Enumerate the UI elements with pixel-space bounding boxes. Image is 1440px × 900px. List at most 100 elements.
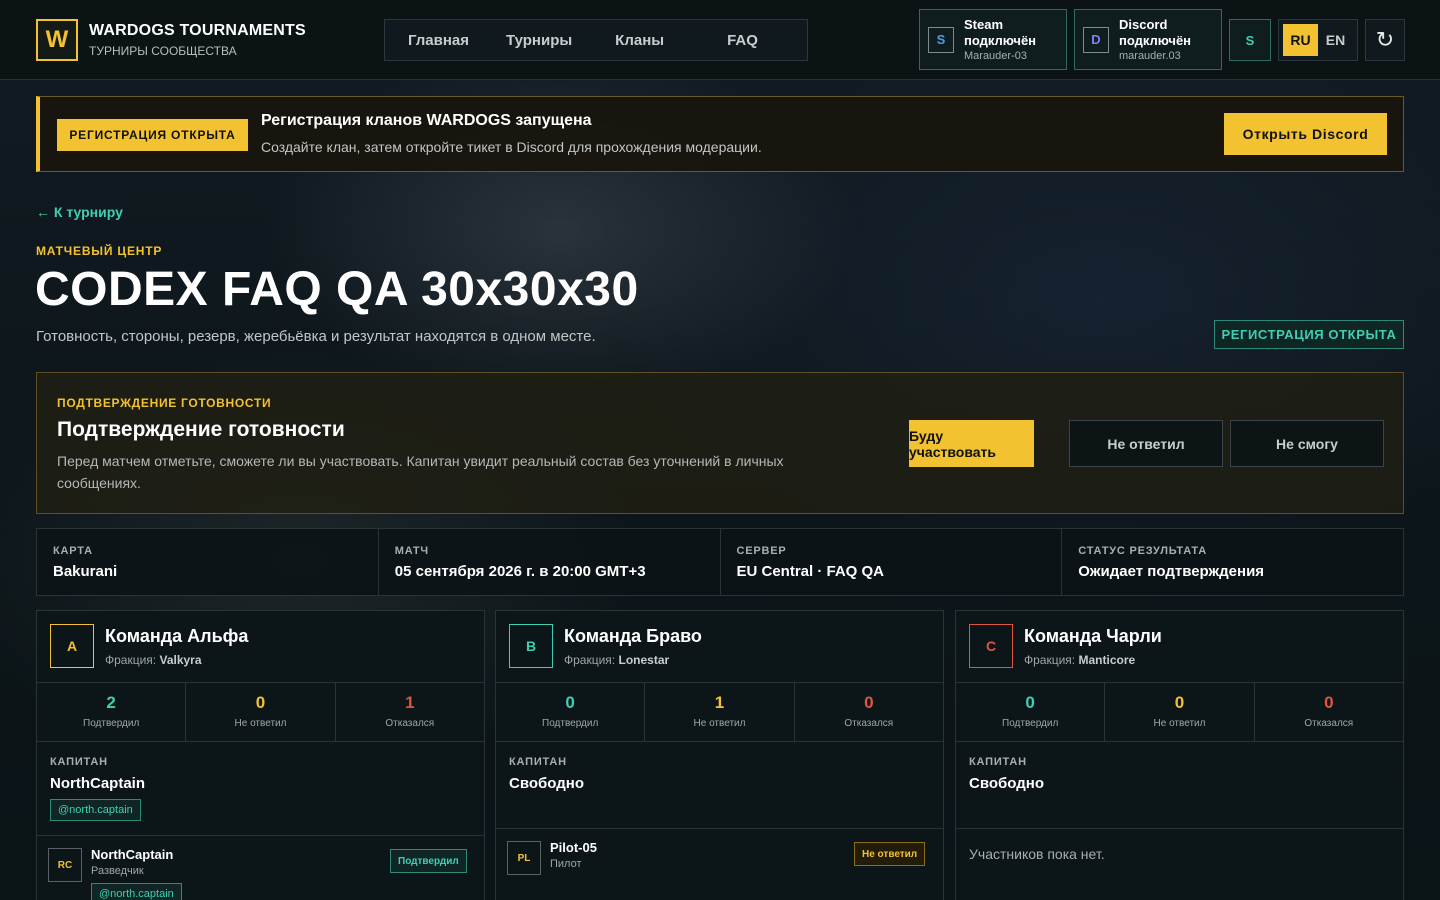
captain-section: КАПИТАН Свободно	[956, 742, 1403, 829]
member-name: Pilot-05	[550, 840, 597, 855]
will-participate-button[interactable]: Буду участвовать	[909, 420, 1034, 467]
nav-faq[interactable]: FAQ	[727, 32, 758, 49]
info-value: 05 сентября 2026 г. в 20:00 GMT+3	[394, 563, 646, 580]
member-discord-tag[interactable]: @north.captain	[91, 883, 182, 900]
team-faction: Фракция: Lonestar	[564, 653, 669, 667]
steam-account[interactable]: S Steam подключён Marauder-03	[919, 9, 1067, 70]
member-role: Разведчик	[91, 865, 144, 877]
steam-status: подключён	[964, 32, 1037, 48]
lang-en[interactable]: EN	[1318, 32, 1353, 48]
captain-label: КАПИТАН	[50, 756, 108, 768]
captain-name: Свободно	[509, 775, 584, 792]
captain-name: NorthCaptain	[50, 775, 145, 792]
discord-icon: D	[1083, 26, 1109, 53]
steam-user: Marauder-03	[964, 49, 1027, 62]
team-header: B Команда Браво Фракция: Lonestar	[496, 611, 943, 683]
stat-label: Подтвердил	[83, 718, 140, 729]
banner-title: Регистрация кланов WARDOGS запущена	[261, 112, 592, 129]
info-label: СТАТУС РЕЗУЛЬТАТА	[1078, 545, 1207, 557]
member-role: Пилот	[550, 858, 582, 870]
stat-number: 0	[565, 693, 575, 712]
stat-number: 0	[255, 693, 266, 712]
stat-declined: 0 Отказался	[1255, 683, 1403, 741]
open-discord-button[interactable]: Открыть Discord	[1224, 113, 1387, 155]
match-info-bar: КАРТА Bakurani МАТЧ 05 сентября 2026 г. в …	[36, 528, 1404, 596]
steam-icon: S	[928, 26, 954, 53]
stat-label: Не ответил	[234, 718, 287, 729]
discord-account[interactable]: D Discord подключён marauder.03	[1074, 9, 1222, 70]
stat-declined: 1 Отказался	[336, 683, 484, 741]
team-header: A Команда Альфа Фракция: Valkyra	[37, 611, 484, 683]
captain-discord-tag[interactable]: @north.captain	[50, 799, 141, 821]
brand-subtitle: ТУРНИРЫ СООБЩЕСТВА	[89, 43, 237, 58]
brand-title: WARDOGS TOURNAMENTS	[89, 21, 306, 39]
stat-confirmed: 0 Подтвердил	[956, 683, 1106, 741]
stat-not-answered: 0 Не ответил	[1105, 683, 1255, 741]
member-status-badge: Подтвердил	[390, 849, 467, 873]
stat-number: 0	[1174, 693, 1185, 712]
readiness-title: Подтверждение готовности	[57, 418, 345, 441]
stat-number: 1	[714, 693, 725, 712]
stat-number: 2	[106, 693, 116, 712]
main-nav: Главная Турниры Кланы FAQ	[384, 19, 808, 61]
stat-label: Не ответил	[693, 718, 746, 729]
stat-label: Отказался	[844, 718, 894, 729]
team-card-charlie: C Команда Чарли Фракция: Manticore 0 Подт…	[955, 610, 1404, 900]
readiness-eyebrow: ПОДТВЕРЖДЕНИЕ ГОТОВНОСТИ	[57, 396, 272, 410]
team-name[interactable]: Команда Браво	[564, 626, 702, 647]
banner-badge: РЕГИСТРАЦИЯ ОТКРЫТА	[57, 119, 248, 151]
team-avatar: B	[509, 624, 553, 668]
back-to-tournament-link[interactable]: ← К турниру	[36, 204, 123, 220]
empty-members-text: Участников пока нет.	[969, 846, 1105, 862]
page-title: CODEX FAQ QA 30x30x30	[35, 263, 639, 316]
registration-banner: РЕГИСТРАЦИЯ ОТКРЫТА Регистрация кланов W…	[36, 96, 1404, 172]
info-result-status: СТАТУС РЕЗУЛЬТАТА Ожидает подтверждения	[1062, 529, 1403, 595]
nav-home[interactable]: Главная	[408, 32, 469, 49]
stat-number: 0	[864, 693, 874, 712]
stat-confirmed: 0 Подтвердил	[496, 683, 646, 741]
info-server: СЕРВЕР EU Central · FAQ QA	[721, 529, 1063, 595]
captain-section: КАПИТАН NorthCaptain @north.captain	[37, 742, 484, 836]
team-name[interactable]: Команда Чарли	[1024, 626, 1162, 647]
stat-number: 0	[1025, 693, 1035, 712]
logo[interactable]: W	[36, 18, 78, 61]
page-subtitle: Готовность, стороны, резерв, жеребьёвка …	[36, 328, 596, 345]
info-value: Ожидает подтверждения	[1078, 563, 1265, 580]
team-card-alpha: A Команда Альфа Фракция: Valkyra 2 Подтве…	[36, 610, 485, 900]
captain-label: КАПИТАН	[969, 756, 1027, 768]
team-card-bravo: B Команда Браво Фракция: Lonestar 0 Подтв…	[495, 610, 944, 900]
discord-user: marauder.03	[1119, 49, 1181, 62]
team-faction: Фракция: Valkyra	[105, 653, 202, 667]
stat-label: Подтвердил	[1002, 718, 1059, 729]
team-name[interactable]: Команда Альфа	[105, 626, 248, 647]
profile-button[interactable]: S	[1229, 19, 1271, 61]
stat-not-answered: 1 Не ответил	[645, 683, 795, 741]
team-header: C Команда Чарли Фракция: Manticore	[956, 611, 1403, 683]
status-badge: РЕГИСТРАЦИЯ ОТКРЫТА	[1214, 320, 1404, 349]
info-match: МАТЧ 05 сентября 2026 г. в 20:00 GMT+3	[379, 529, 721, 595]
lang-ru[interactable]: RU	[1283, 24, 1318, 56]
member-name: NorthCaptain	[91, 847, 174, 862]
discord-label: Discord	[1119, 16, 1168, 32]
member-status-badge: Не ответил	[854, 842, 926, 866]
member-avatar: PL	[507, 841, 541, 875]
readiness-panel: ПОДТВЕРЖДЕНИЕ ГОТОВНОСТИ Подтверждение г…	[36, 372, 1404, 514]
team-avatar: A	[50, 624, 94, 668]
readiness-description: Перед матчем отметьте, сможете ли вы уча…	[57, 453, 784, 491]
nav-clans[interactable]: Кланы	[615, 32, 664, 49]
team-stats: 0 Подтвердил 1 Не ответил 0 Отказался	[496, 683, 943, 742]
cannot-attend-button[interactable]: Не смогу	[1230, 420, 1384, 467]
stat-number: 0	[1324, 693, 1334, 712]
info-value: Bakurani	[53, 563, 118, 580]
refresh-icon[interactable]: ↻	[1365, 19, 1405, 61]
not-answered-button[interactable]: Не ответил	[1069, 420, 1223, 467]
nav-tournaments[interactable]: Турниры	[506, 32, 572, 49]
faction-value: Lonestar	[618, 653, 670, 667]
stat-label: Подтвердил	[542, 718, 599, 729]
stat-label: Отказался	[385, 718, 435, 729]
team-faction: Фракция: Manticore	[1024, 653, 1135, 667]
member-avatar: RC	[48, 848, 82, 882]
team-stats: 2 Подтвердил 0 Не ответил 1 Отказался	[37, 683, 484, 742]
captain-label: КАПИТАН	[509, 756, 567, 768]
top-header: W WARDOGS TOURNAMENTS ТУРНИРЫ СООБЩЕСТВА…	[0, 0, 1440, 80]
